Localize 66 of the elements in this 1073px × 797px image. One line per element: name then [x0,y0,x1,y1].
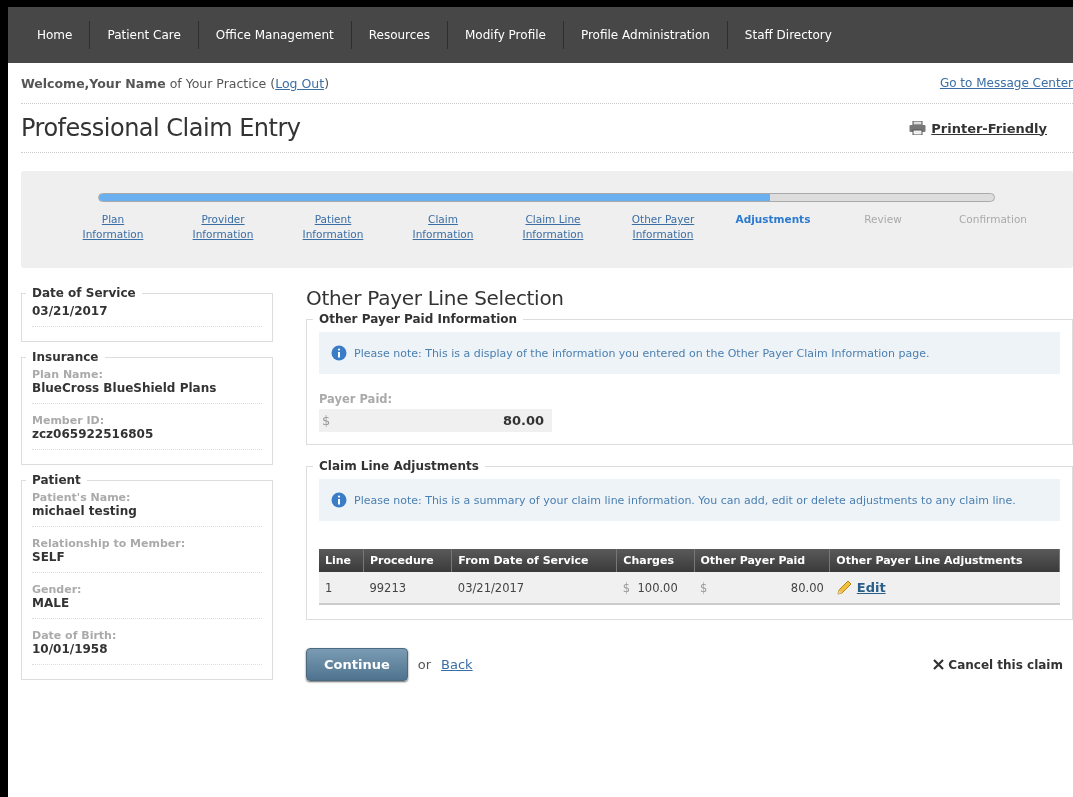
column-header: Other Payer Line Adjustments [829,549,1060,572]
step-link[interactable]: Claim Line Information [498,212,608,242]
close-icon [933,659,945,670]
section-title: Other Payer Line Selection [306,286,565,310]
logout-link[interactable]: Log Out [275,75,325,91]
pencil-icon [835,579,853,596]
step-link[interactable]: Patient Information [278,212,388,242]
field-value: MALE [32,596,71,610]
cancel-link[interactable]: Cancel this claim [948,657,1063,672]
field-label: Gender: [32,583,83,596]
panel-title: Other Payer Paid Information [318,312,519,326]
table-cell: 03/21/2017 [451,572,617,604]
panel-title: Insurance [31,350,100,364]
continue-button[interactable]: Continue [306,648,408,681]
column-header: Other Payer Paid [694,549,830,572]
field-label: Patient's Name: [32,491,132,504]
field-label: Date of Birth: [32,629,118,642]
nav-item[interactable]: Resources [351,21,448,49]
step-link[interactable]: Provider Information [168,212,278,242]
edit-link[interactable]: Edit [856,580,886,595]
printer-icon [909,121,927,135]
field-label: Relationship to Member: [32,537,187,550]
or-text: or [417,657,432,672]
field-value: 03/21/2017 [32,304,109,318]
back-link[interactable]: Back [441,657,473,672]
note-text: Please note: This is a summary of your claim line information. You can add, edit or delete adjustments to any claim line. [354,493,1016,507]
nav-item[interactable]: Patient Care [90,21,199,49]
column-header: From Date of Service [451,549,617,572]
field-value: michael testing [32,504,138,518]
parenthesis: ( [270,75,276,91]
printer-friendly-link[interactable]: Printer-Friendly [931,120,1047,136]
field-label: Plan Name: [32,368,104,381]
panel-title: Claim Line Adjustments [318,459,480,473]
field-value: SELF [32,550,66,564]
column-header: Line [319,549,364,572]
field-label: Member ID: [32,414,106,427]
field-value: BlueCross BlueShield Plans [32,381,218,395]
step-link[interactable]: Other Payer Information [608,212,718,242]
info-icon [331,345,347,361]
table-cell: $ 80.00 [694,572,830,604]
field-label: Payer Paid: [319,392,394,406]
welcome-text: Welcome,Your Name [21,75,166,91]
column-header: Procedure [363,549,452,572]
note-text: Please note: This is a display of the information you entered on the Other Payer Claim Information page. [354,346,930,360]
parenthesis: ) [324,75,330,91]
step-link[interactable]: Adjustments [718,212,828,242]
table-cell: 1 [319,572,364,604]
message-center-link[interactable]: Go to Message Center [939,76,1073,90]
field-value: zcz065922516805 [32,427,155,441]
nav-item[interactable]: Profile Administration [563,21,728,49]
panel-title: Patient [31,473,82,487]
field-value: 10/01/1958 [32,642,109,656]
practice-text: of Your Practice [169,75,267,91]
table-cell: 99213 [363,572,452,604]
info-icon [331,492,347,508]
nav-item[interactable]: Modify Profile [448,21,564,49]
nav-item[interactable]: Staff Directory [727,21,849,49]
nav-item[interactable]: Office Management [198,21,352,49]
table-cell: $ 100.00 [616,572,694,604]
step-link[interactable]: Plan Information [58,212,168,242]
page-title: Professional Claim Entry [21,114,301,142]
column-header: Charges [616,549,694,572]
nav-item[interactable]: Home [20,21,91,49]
payer-paid-field: $ 80.00 [319,409,552,432]
step-link[interactable]: Claim Information [388,212,498,242]
panel-title: Date of Service [31,286,137,300]
